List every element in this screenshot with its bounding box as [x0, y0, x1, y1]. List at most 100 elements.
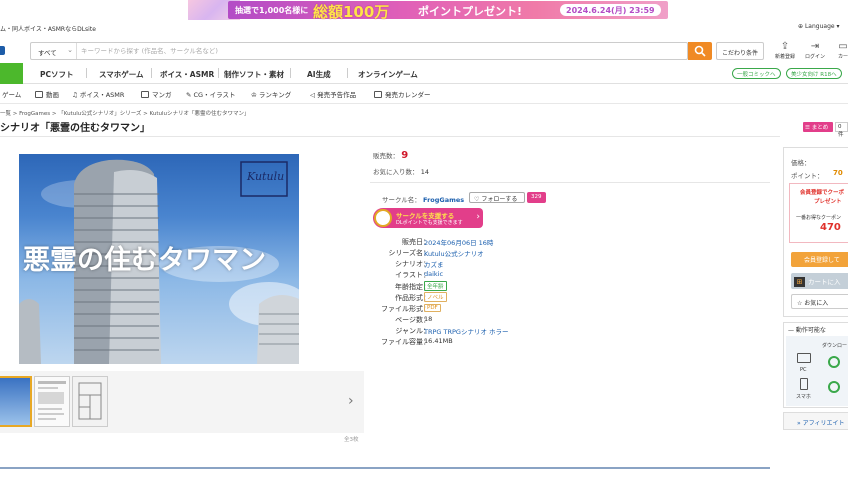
- matome-count: 0件: [835, 122, 848, 138]
- detail-label-release: 販売日：: [402, 238, 430, 246]
- chevron-right-icon: ›: [476, 212, 480, 222]
- subnav-game[interactable]: ゲーム: [2, 89, 21, 99]
- divider: [290, 68, 291, 78]
- chevron-down-icon: ⌄: [67, 46, 73, 54]
- sales-count: 9: [401, 150, 409, 161]
- detail-label-age: 年齢指定：: [395, 283, 430, 291]
- breadcrumb-item[interactable]: 「Kutulu公式シナリオ」シリーズ: [58, 111, 141, 117]
- category-smartphone-games[interactable]: スマホゲーム: [99, 63, 144, 84]
- circle-row: サークル名： FrogGames: [382, 194, 464, 204]
- language-selector[interactable]: ⊕ Language ▾: [798, 23, 840, 30]
- support-circle-button[interactable]: サークルを支援する DLポイントでも支援できます ›: [373, 208, 483, 228]
- breadcrumb-item: Kutuluシナリオ「悪霊の住むタワマン」: [149, 111, 250, 117]
- chevron-right-icon[interactable]: ›: [348, 393, 354, 409]
- phone-supported-icon: [828, 381, 840, 393]
- matome-label: まとめ: [811, 125, 829, 131]
- thumbnail-2[interactable]: [34, 376, 70, 427]
- search-button[interactable]: [688, 42, 712, 60]
- pc-label: PC: [800, 367, 807, 373]
- add-to-cart-button[interactable]: ⊞ カートに入: [791, 273, 848, 289]
- subnav-cg[interactable]: ✎ CG・イラスト: [186, 89, 235, 99]
- cover-logo: Kutulu: [247, 170, 285, 183]
- search-category-value: すべて: [38, 49, 57, 57]
- advanced-search-button[interactable]: こだわり条件: [716, 42, 764, 60]
- circle-link[interactable]: FrogGames: [423, 196, 464, 204]
- general-comic-link[interactable]: 一般コミックへ: [732, 68, 781, 79]
- subnav-cg-label: CG・イラスト: [193, 91, 236, 99]
- price-label: 価格：: [791, 159, 811, 167]
- series-link[interactable]: Kutulu公式シナリオ: [424, 248, 484, 258]
- divider: [151, 68, 152, 78]
- adult-section-link[interactable]: 美少女向け R18へ: [786, 68, 842, 79]
- subnav-voice-label: ボイス・ASMR: [79, 91, 125, 99]
- divider: [218, 68, 219, 78]
- work-format-tag[interactable]: ノベル: [424, 292, 447, 302]
- cover-title: 悪霊の住むタワマン: [23, 245, 266, 276]
- add-favorite-button[interactable]: ☆ お気に入: [791, 294, 848, 309]
- subnav-video[interactable]: 動画: [35, 89, 59, 99]
- register-button[interactable]: 会員登録して: [791, 252, 848, 267]
- promo-line-2: プレゼント: [814, 199, 842, 205]
- sales-row: 販売数： 9: [373, 150, 408, 161]
- subnav-manga[interactable]: マンガ: [141, 89, 172, 99]
- login-icon: ⇥: [810, 41, 820, 52]
- category-ai-generated[interactable]: AI生成: [307, 63, 331, 84]
- list-icon: ☰: [805, 125, 810, 131]
- coupon-label: 一番お得なクーポン: [796, 215, 842, 221]
- download-label: ダウンロー: [822, 343, 848, 349]
- scenario-author-link[interactable]: カズま: [424, 259, 444, 269]
- cart-button[interactable]: ▭ カー: [832, 40, 848, 60]
- release-date-link[interactable]: 2024年06月06日 16時: [424, 239, 493, 247]
- point-value: 70: [833, 169, 843, 177]
- subnav-calendar[interactable]: 発売カレンダー: [374, 89, 431, 99]
- illustrator-link[interactable]: daikic: [424, 270, 443, 278]
- search-category-select[interactable]: すべて ⌄: [31, 43, 77, 59]
- file-size: 16.41MB: [424, 337, 453, 345]
- thumbnail-3[interactable]: [72, 376, 108, 427]
- category-online-games[interactable]: オンラインゲーム: [358, 63, 418, 84]
- product-main-image[interactable]: Kutulu 悪霊の住むタワマン: [19, 154, 299, 364]
- detail-label-format: 作品形式：: [395, 294, 430, 302]
- subnav-ranking[interactable]: ♔ ランキング: [251, 89, 291, 99]
- category-voice-asmr[interactable]: ボイス・ASMR: [160, 63, 214, 84]
- affiliate-link[interactable]: » アフィリエイト: [783, 412, 848, 430]
- breadcrumb: 一覧 > FrogGames > 「Kutulu公式シナリオ」シリーズ > Ku…: [0, 111, 250, 117]
- subnav-ranking-label: ランキング: [258, 91, 292, 99]
- cart-label: カー: [837, 54, 848, 60]
- sales-label: 販売数：: [373, 152, 399, 160]
- banner-deadline: 2024.6.24(月) 23:59: [560, 4, 661, 16]
- breadcrumb-item[interactable]: 一覧: [0, 111, 11, 117]
- follow-button[interactable]: ♡ フォローする: [469, 192, 525, 203]
- category-active-tab[interactable]: [0, 63, 23, 84]
- thumbnail-1[interactable]: [0, 376, 32, 427]
- page-count: 18: [424, 315, 433, 323]
- category-pc-software[interactable]: PCソフト: [40, 63, 74, 84]
- detail-label-filesize: ファイル容量：: [381, 338, 430, 346]
- file-format-tag[interactable]: PDF: [424, 303, 441, 312]
- search-input[interactable]: [78, 43, 686, 59]
- promo-banner[interactable]: 抽選で1,000名様に 総額100万 ポイントプレゼント! 2024.6.24(…: [0, 0, 848, 20]
- detail-value-release: 2024年06月06日 16時: [424, 237, 493, 247]
- image-count: 全3枚: [344, 437, 359, 443]
- cart-icon: ▭: [838, 41, 848, 52]
- headphones-icon: ♫: [72, 91, 80, 99]
- promo-line-1: 会員登録でクーポ: [800, 190, 845, 196]
- brush-icon: ✎: [186, 91, 194, 99]
- heart-icon: ♡: [474, 196, 480, 203]
- age-rating-tag[interactable]: 全年齢: [424, 281, 447, 291]
- matome-button[interactable]: ☰ まとめ: [803, 122, 833, 132]
- support-sublabel: DLポイントでも支援できます: [396, 220, 463, 226]
- circle-label: サークル名：: [382, 196, 421, 204]
- genre-links[interactable]: TRPG TRPGシナリオ ホラー: [424, 326, 509, 336]
- category-creation-software[interactable]: 制作ソフト・素材: [224, 63, 284, 84]
- subnav-voice[interactable]: ♫ ボイス・ASMR: [72, 89, 124, 99]
- breadcrumb-item[interactable]: FrogGames: [19, 111, 50, 117]
- login-button[interactable]: ⇥ ログイン: [804, 40, 826, 60]
- subnav-upcoming[interactable]: ◁ 発売予告作品: [310, 89, 356, 99]
- banner-text-lottery: 抽選で1,000名様に: [235, 6, 309, 15]
- detail-label-illust: イラスト：: [395, 271, 430, 279]
- new-arrivals-button[interactable]: ⇪ 新着登録: [774, 40, 796, 60]
- pc-icon: [797, 353, 811, 363]
- site-logo[interactable]: [0, 46, 5, 55]
- detail-label-scenario: シナリオ：: [395, 260, 430, 268]
